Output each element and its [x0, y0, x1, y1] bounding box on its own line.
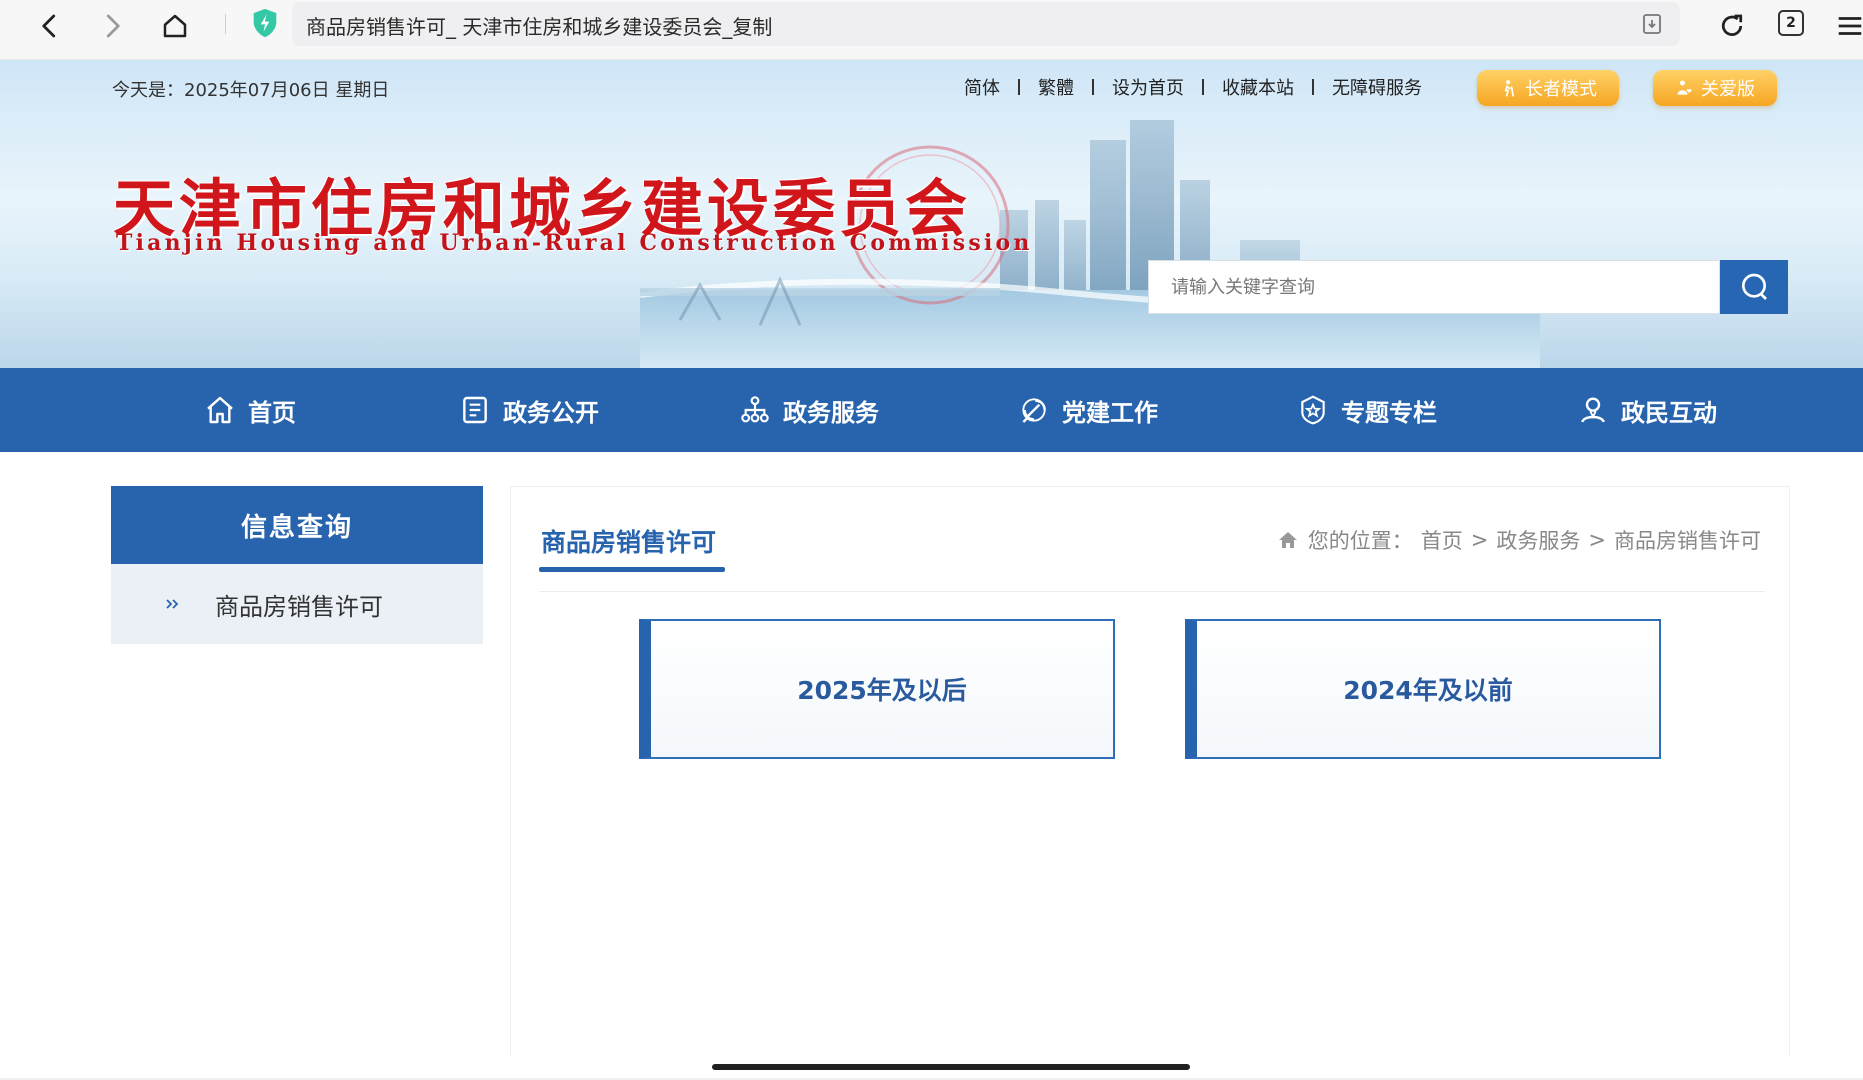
nav-party-building[interactable]: 党建工作 — [1018, 368, 1158, 452]
nav-home-label: 首页 — [248, 398, 296, 427]
address-bar[interactable]: 商品房销售许可_ 天津市住房和城乡建设委员会_复制 — [292, 2, 1680, 46]
breadcrumb-separator: > — [1588, 528, 1606, 552]
card-label: 2025年及以后 — [797, 671, 967, 707]
bookmark-site-link[interactable]: 收藏本站 — [1204, 74, 1312, 100]
breadcrumb: 您的位置： 首页 > 政务服务 > 商品房销售许可 — [1276, 525, 1761, 555]
browser-toolbar: 商品房销售许可_ 天津市住房和城乡建设委员会_复制 2 — [0, 0, 1863, 60]
panel-title: 商品房销售许可 — [541, 528, 717, 557]
breadcrumb-separator: > — [1470, 528, 1489, 552]
card-text: 2024年及以前 — [1343, 676, 1513, 705]
elder-person-icon — [1504, 80, 1514, 97]
home-button[interactable] — [155, 6, 195, 46]
security-shield-icon[interactable] — [248, 6, 282, 40]
sidebar: 信息查询 商品房销售许可 — [111, 486, 483, 644]
utility-links: 简体 繁體 设为首页 收藏本站 无障碍服务 — [946, 74, 1440, 100]
search-icon — [1742, 273, 1767, 300]
breadcrumb-services[interactable]: 政务服务 — [1496, 525, 1580, 555]
nav-government-services-label: 政务服务 — [783, 398, 879, 427]
document-icon — [463, 396, 487, 424]
simplified-chinese-link[interactable]: 简体 — [946, 74, 1018, 100]
title-underline — [539, 567, 725, 572]
nav-government-affairs[interactable]: 政务公开 — [459, 368, 599, 452]
search-button[interactable] — [1720, 260, 1788, 314]
forward-button[interactable] — [92, 6, 132, 46]
breadcrumb-home[interactable]: 首页 — [1421, 525, 1463, 555]
search-input[interactable] — [1149, 261, 1719, 313]
site-title-english: Tianjin Housing and Urban-Rural Construc… — [116, 230, 1033, 256]
star-badge-icon — [1301, 395, 1325, 425]
nav-party-building-label: 党建工作 — [1062, 398, 1158, 427]
card-label: 2024年及以前 — [1343, 671, 1513, 707]
current-date: 今天是：2025年07月06日 星期日 — [112, 80, 390, 101]
panel-divider — [539, 591, 1765, 592]
hamburger-menu-icon — [1838, 17, 1862, 35]
search-box — [1148, 260, 1720, 314]
chevron-right-icon — [106, 14, 120, 38]
sidebar-item-label: 商品房销售许可 — [215, 592, 383, 621]
main-navigation: 首页 政务公开 政务服务 党建工作 专题专栏 政民互动 — [0, 368, 1863, 452]
menu-button[interactable] — [1830, 6, 1863, 46]
breadcrumb-prefix: 您的位置： — [1307, 529, 1413, 553]
accessibility-link[interactable]: 无障碍服务 — [1314, 74, 1440, 100]
party-icon — [1022, 398, 1046, 423]
card-text: 2025年及以后 — [797, 676, 967, 705]
double-chevron-right-icon — [166, 599, 179, 609]
site-banner: 今天是：2025年07月06日 星期日 简体 繁體 设为首页 收藏本站 无障碍服… — [0, 60, 1863, 368]
sidebar-heading: 信息查询 — [111, 486, 483, 564]
home-icon — [207, 396, 233, 424]
nav-special-topics-label: 专题专栏 — [1341, 398, 1437, 427]
set-homepage-link[interactable]: 设为首页 — [1094, 74, 1202, 100]
elder-mode-label: 长者模式 — [1525, 79, 1597, 100]
nav-government-affairs-label: 政务公开 — [503, 398, 599, 427]
reload-button[interactable] — [1712, 6, 1752, 46]
care-people-icon — [1677, 80, 1692, 95]
sidebar-item-sales-permit[interactable]: 商品房销售许可 — [111, 564, 483, 644]
home-indicator[interactable] — [712, 1064, 1190, 1070]
card-2025-and-later[interactable]: 2025年及以后 — [639, 619, 1115, 759]
home-filled-icon — [1278, 532, 1297, 548]
elder-mode-button[interactable]: 长者模式 — [1477, 70, 1619, 106]
care-version-label: 关爱版 — [1701, 79, 1755, 100]
nav-government-services[interactable]: 政务服务 — [739, 368, 879, 452]
reload-icon — [1721, 14, 1743, 36]
content-panel: 商品房销售许可 您的位置： 首页 > 政务服务 > 商品房销售许可 2025年及… — [510, 486, 1790, 1056]
chevron-left-icon — [42, 14, 56, 38]
page-title-text: 商品房销售许可_ 天津市住房和城乡建设委员会_复制 — [306, 15, 773, 39]
traditional-chinese-link[interactable]: 繁體 — [1020, 74, 1092, 100]
card-2024-and-earlier[interactable]: 2024年及以前 — [1185, 619, 1661, 759]
toolbar-divider — [225, 14, 226, 34]
bookmark-icon[interactable] — [1640, 12, 1664, 36]
back-button[interactable] — [30, 6, 70, 46]
nav-home[interactable]: 首页 — [204, 368, 296, 452]
user-icon — [1581, 397, 1605, 423]
org-chart-icon — [741, 396, 769, 423]
care-version-button[interactable]: 关爱版 — [1653, 70, 1777, 106]
nav-special-topics[interactable]: 专题专栏 — [1297, 368, 1437, 452]
breadcrumb-current[interactable]: 商品房销售许可 — [1614, 525, 1761, 555]
nav-public-interaction[interactable]: 政民互动 — [1577, 368, 1717, 452]
tab-count-button[interactable]: 2 — [1778, 10, 1804, 36]
home-outline-icon — [163, 14, 187, 38]
nav-public-interaction-label: 政民互动 — [1621, 398, 1717, 427]
